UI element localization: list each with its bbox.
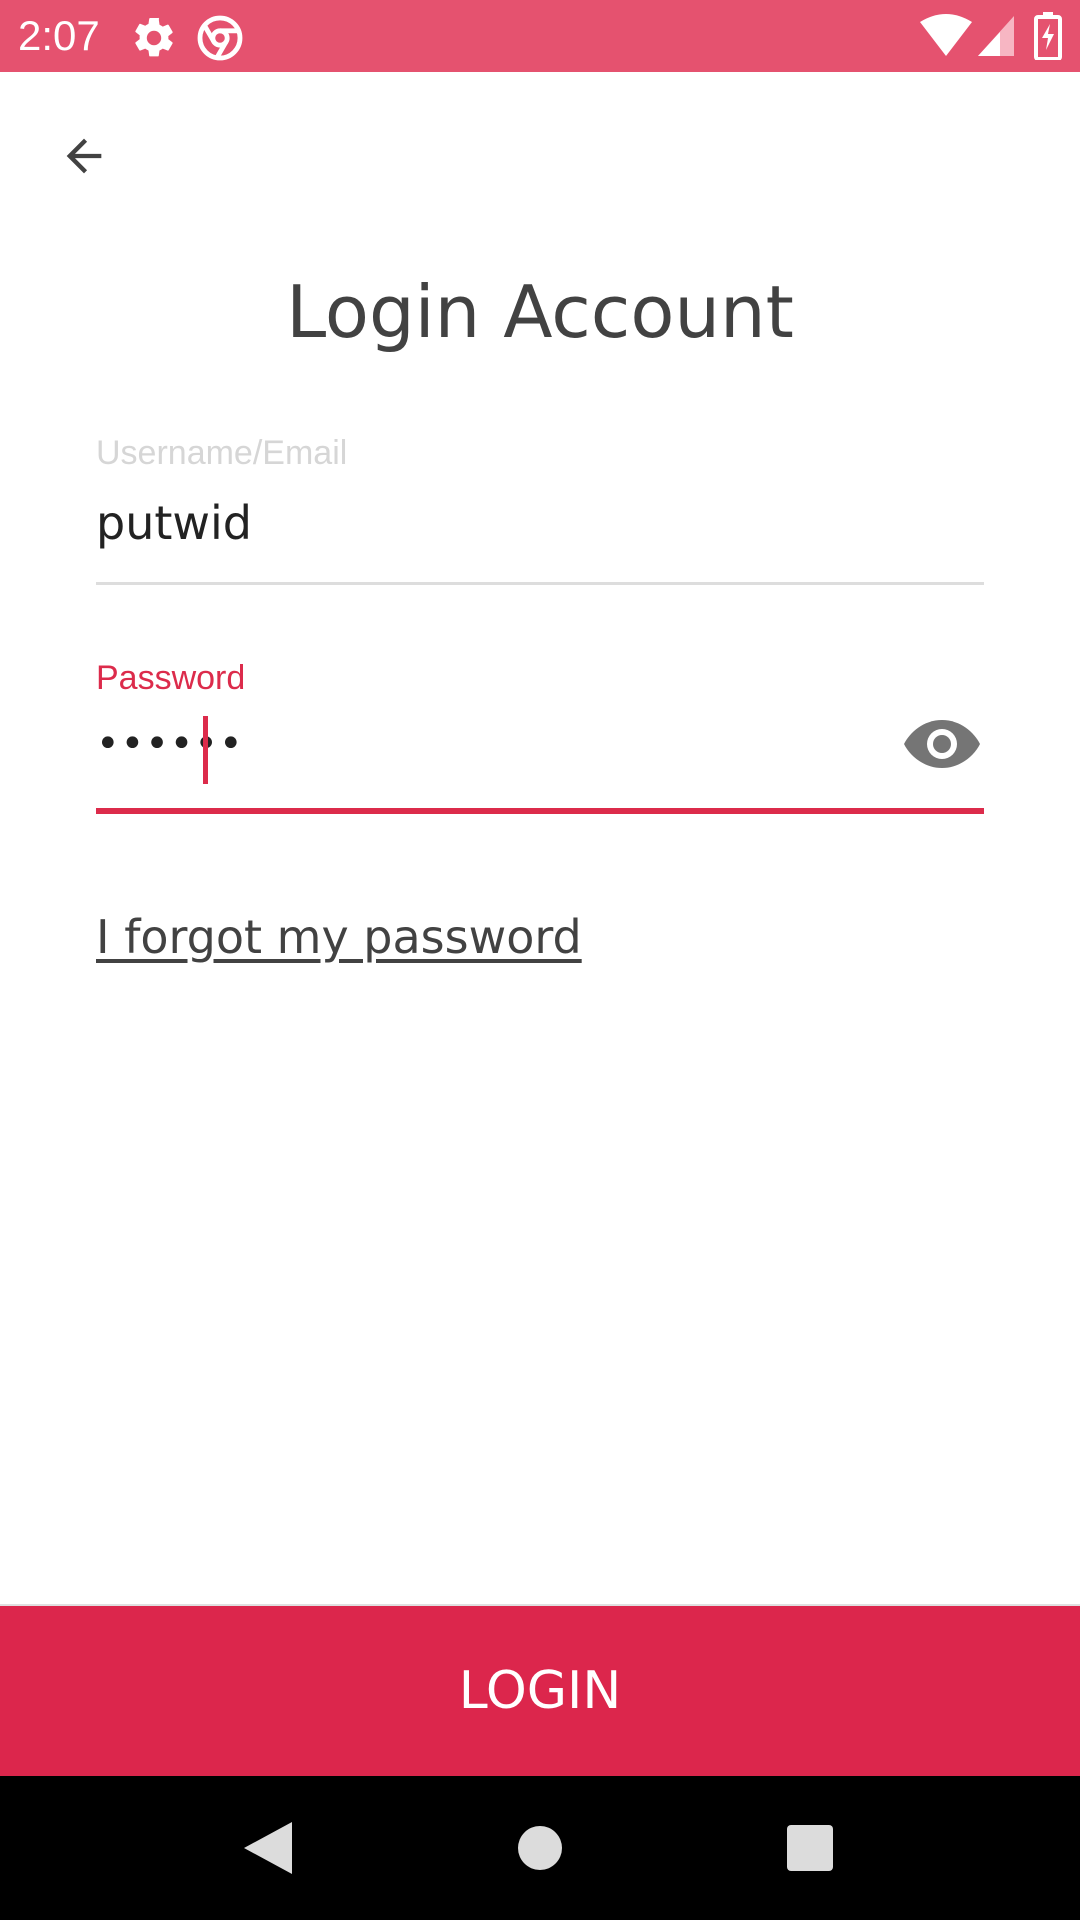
nav-back-icon (244, 1822, 292, 1874)
nav-recents-icon (787, 1825, 833, 1871)
chrome-icon (197, 15, 243, 61)
nav-recents-button[interactable] (760, 1798, 860, 1898)
password-label: Password (96, 659, 246, 697)
signal-icon (978, 16, 1014, 56)
wifi-icon (920, 14, 972, 56)
username-label: Username/Email (96, 434, 348, 472)
eye-icon (904, 720, 980, 768)
navigation-bar (0, 1776, 1080, 1920)
username-field[interactable]: putwid (96, 492, 252, 554)
password-field[interactable]: •••••• (96, 714, 244, 774)
nav-home-icon (518, 1826, 562, 1870)
forgot-password-link[interactable]: I forgot my password (96, 906, 582, 968)
login-button-label: LOGIN (458, 1661, 622, 1721)
back-button[interactable] (46, 118, 122, 194)
login-button[interactable]: LOGIN (0, 1606, 1080, 1776)
username-underline (96, 582, 984, 585)
text-cursor (203, 716, 208, 784)
status-time: 2:07 (18, 12, 100, 59)
password-visibility-toggle[interactable] (900, 712, 984, 776)
nav-home-button[interactable] (490, 1798, 590, 1898)
password-underline (96, 808, 984, 814)
nav-back-button[interactable] (218, 1798, 318, 1898)
arrow-left-icon (66, 138, 102, 174)
status-bar: 2:07 (0, 0, 1080, 72)
battery-icon (1034, 12, 1062, 60)
page-title: Login Account (286, 270, 794, 354)
gear-icon (135, 17, 173, 57)
